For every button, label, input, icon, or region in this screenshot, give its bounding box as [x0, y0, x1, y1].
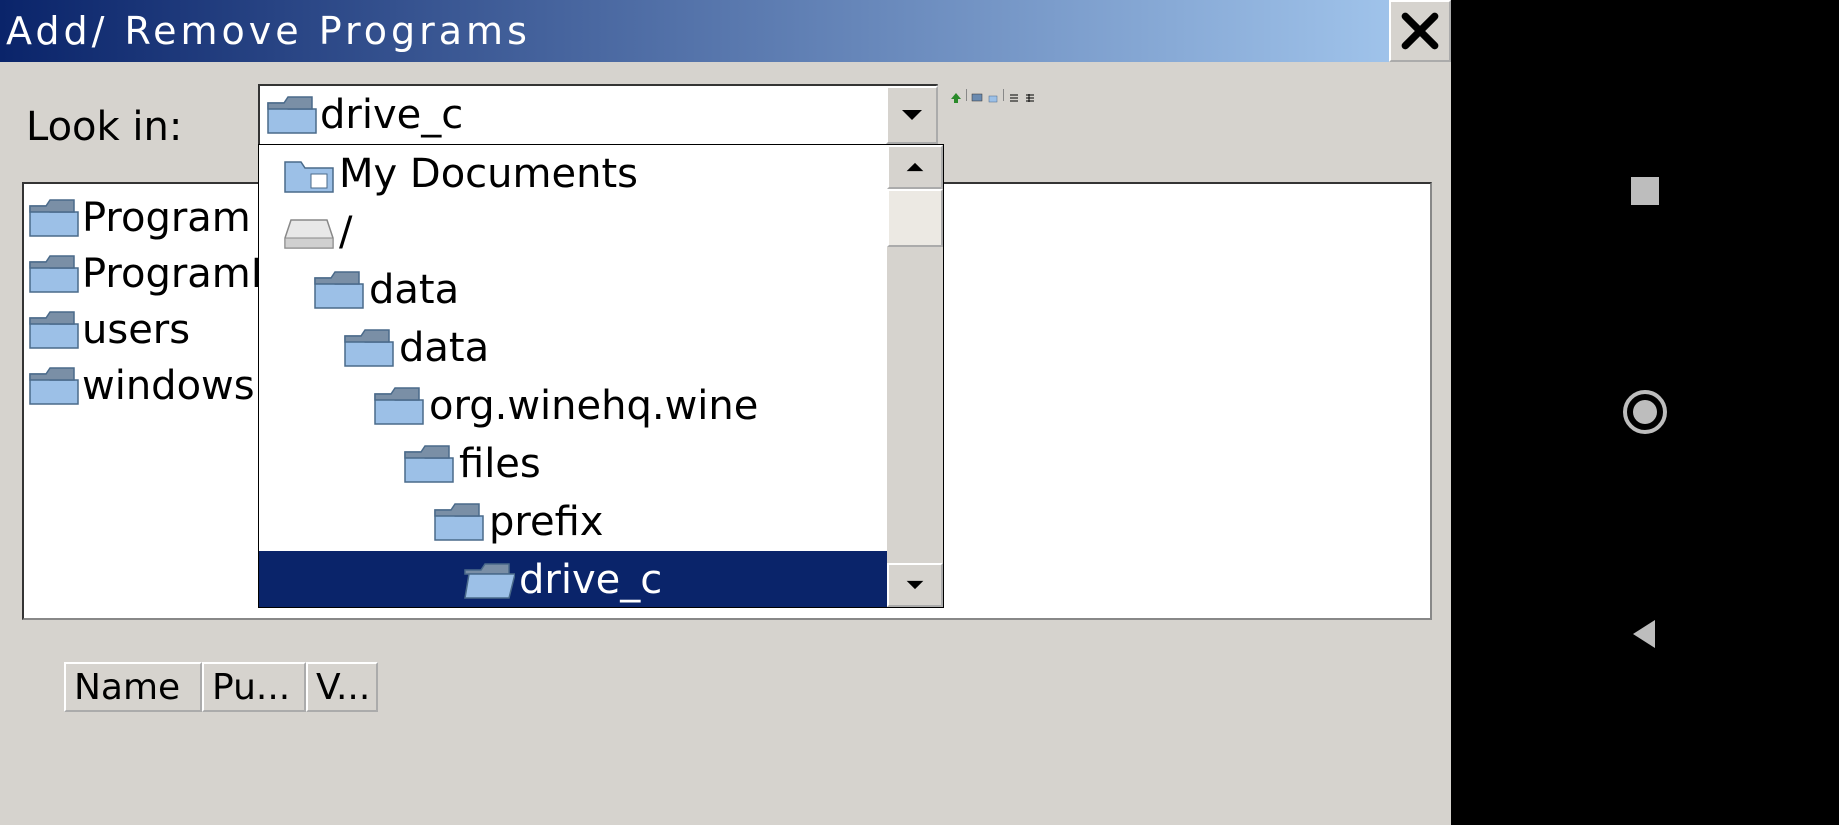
folder-open-icon	[463, 560, 515, 600]
dropdown-item-label: files	[459, 441, 541, 487]
column-headers: Name Pu... V...	[64, 662, 378, 712]
list-icon[interactable]	[1008, 89, 1020, 101]
scroll-up-button[interactable]	[887, 145, 943, 189]
dropdown-item[interactable]: org.winehq.wine	[259, 377, 887, 435]
file-dialog-toolbar	[950, 88, 1050, 102]
circle-icon	[1621, 388, 1669, 436]
dropdown-item-label: data	[399, 325, 489, 371]
dropdown-item-label: /	[339, 209, 352, 255]
desktop-icon[interactable]	[971, 89, 983, 101]
folder-icon	[28, 198, 80, 238]
dropdown-item-label: org.winehq.wine	[429, 383, 758, 429]
folder-icon	[28, 310, 80, 350]
lookin-label: Look in:	[26, 104, 182, 150]
folder-icon	[433, 502, 485, 542]
scroll-track[interactable]	[887, 189, 943, 563]
window-title: Add/ Remove Programs	[6, 9, 1389, 53]
folder-icon	[403, 444, 455, 484]
dropdown-item[interactable]: data	[259, 319, 887, 377]
lookin-combo[interactable]: drive_c	[258, 84, 938, 146]
dropdown-item[interactable]: drive_c	[259, 551, 887, 607]
lookin-current-value: drive_c	[320, 92, 463, 138]
column-header-publisher[interactable]: Pu...	[202, 662, 306, 712]
home-button[interactable]	[1617, 384, 1673, 440]
folder-icon	[28, 366, 80, 406]
back-button[interactable]	[1617, 606, 1673, 662]
scroll-down-button[interactable]	[887, 563, 943, 607]
dropdown-item-label: My Documents	[339, 151, 638, 197]
column-header-name[interactable]: Name	[64, 662, 202, 712]
folder-icon	[373, 386, 425, 426]
up-icon[interactable]	[950, 89, 962, 101]
folder-icon	[343, 328, 395, 368]
dropdown-item[interactable]: My Documents	[259, 145, 887, 203]
dropdown-scrollbar[interactable]	[887, 145, 943, 607]
square-icon	[1627, 173, 1663, 209]
dropdown-item[interactable]: /	[259, 203, 887, 261]
dropdown-item[interactable]: data	[259, 261, 887, 319]
drive-icon	[283, 212, 335, 252]
chevron-down-icon	[900, 108, 924, 122]
android-nav-bar	[1451, 0, 1839, 825]
dropdown-item-label: drive_c	[519, 557, 662, 603]
chevron-down-icon	[905, 579, 925, 591]
lookin-dropdown-list[interactable]: My Documents / data data org.winehq.wine file…	[258, 144, 944, 608]
scroll-thumb[interactable]	[887, 189, 943, 247]
chevron-up-icon	[905, 161, 925, 173]
column-header-version[interactable]: V...	[306, 662, 378, 712]
folder-icon	[313, 270, 365, 310]
titlebar: Add/ Remove Programs	[0, 0, 1451, 62]
newfolder-icon[interactable]	[987, 89, 999, 101]
folder-icon	[28, 254, 80, 294]
recents-button[interactable]	[1617, 163, 1673, 219]
dropdown-item[interactable]: files	[259, 435, 887, 493]
triangle-left-icon	[1627, 616, 1663, 652]
close-button[interactable]	[1389, 0, 1451, 62]
details-icon[interactable]	[1024, 89, 1036, 101]
list-item-label: windows	[82, 363, 255, 409]
dropdown-item-label: data	[369, 267, 459, 313]
lookin-dropdown-button[interactable]	[886, 86, 938, 144]
documents-folder-icon	[283, 154, 335, 194]
dropdown-item[interactable]: prefix	[259, 493, 887, 551]
list-item-label: users	[82, 307, 190, 353]
folder-icon	[266, 95, 318, 135]
dropdown-item-label: prefix	[489, 499, 603, 545]
close-icon	[1399, 10, 1441, 52]
